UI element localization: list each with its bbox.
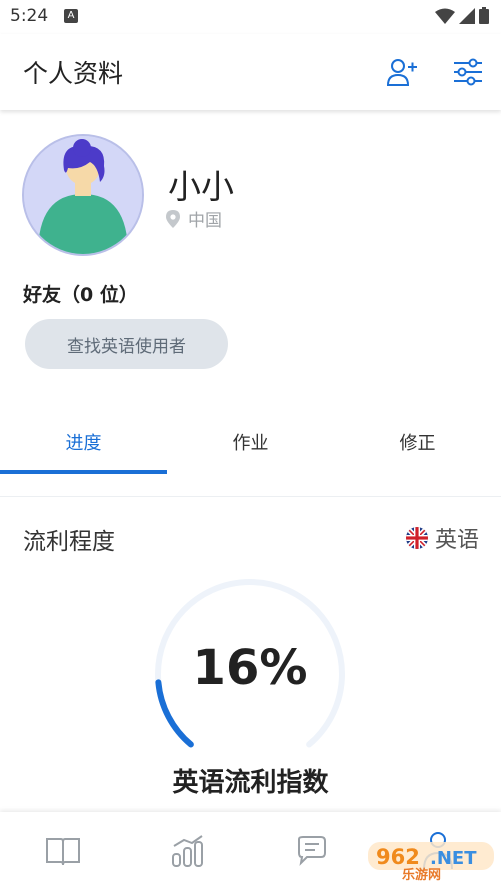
status-icons (435, 7, 489, 24)
app-bar: 个人资料 (0, 34, 501, 110)
battery-icon (479, 7, 489, 24)
nav-progress[interactable] (125, 812, 250, 890)
notification-icon: A (64, 9, 78, 23)
tab-assignments[interactable]: 作业 (167, 410, 334, 474)
fluency-caption: 英语流利指数 (172, 768, 329, 798)
fluency-title: 流利程度 (23, 529, 115, 555)
find-english-speakers-button[interactable]: 查找英语使用者 (25, 319, 228, 369)
uk-flag-icon (405, 527, 428, 549)
avatar-illustration (24, 136, 142, 254)
tab-progress[interactable]: 进度 (0, 410, 167, 474)
nav-learn[interactable] (0, 812, 125, 890)
language-label: 英语 (434, 528, 479, 553)
bar-chart-icon (171, 835, 203, 867)
user-name: 小小 (168, 167, 234, 206)
nav-chat[interactable] (250, 812, 375, 890)
tab-corrections[interactable]: 修正 (334, 410, 501, 474)
add-person-icon (386, 59, 417, 86)
settings-button[interactable] (451, 56, 485, 88)
chat-icon (297, 836, 326, 866)
location-pin-icon (166, 209, 180, 228)
status-bar: 5:24 A (0, 0, 501, 34)
tab-indicator (0, 470, 167, 474)
status-time: 5:24 (10, 6, 49, 26)
sliders-icon (454, 58, 482, 86)
friends-heading: 好友（0 位） (23, 284, 138, 306)
add-friend-button[interactable] (385, 56, 419, 88)
signal-icon (459, 7, 475, 24)
watermark-text: 乐游网 (402, 868, 442, 883)
location: 中国 (166, 206, 222, 231)
page-title: 个人资料 (23, 59, 124, 88)
location-text: 中国 (188, 211, 222, 231)
wifi-icon (435, 8, 455, 24)
language-selector[interactable]: 英语 (405, 522, 479, 554)
tab-bar: 进度 作业 修正 (0, 410, 501, 474)
avatar[interactable] (22, 134, 144, 256)
fluency-percentage: 16% (192, 640, 308, 696)
divider (0, 496, 501, 497)
book-icon (45, 838, 80, 866)
